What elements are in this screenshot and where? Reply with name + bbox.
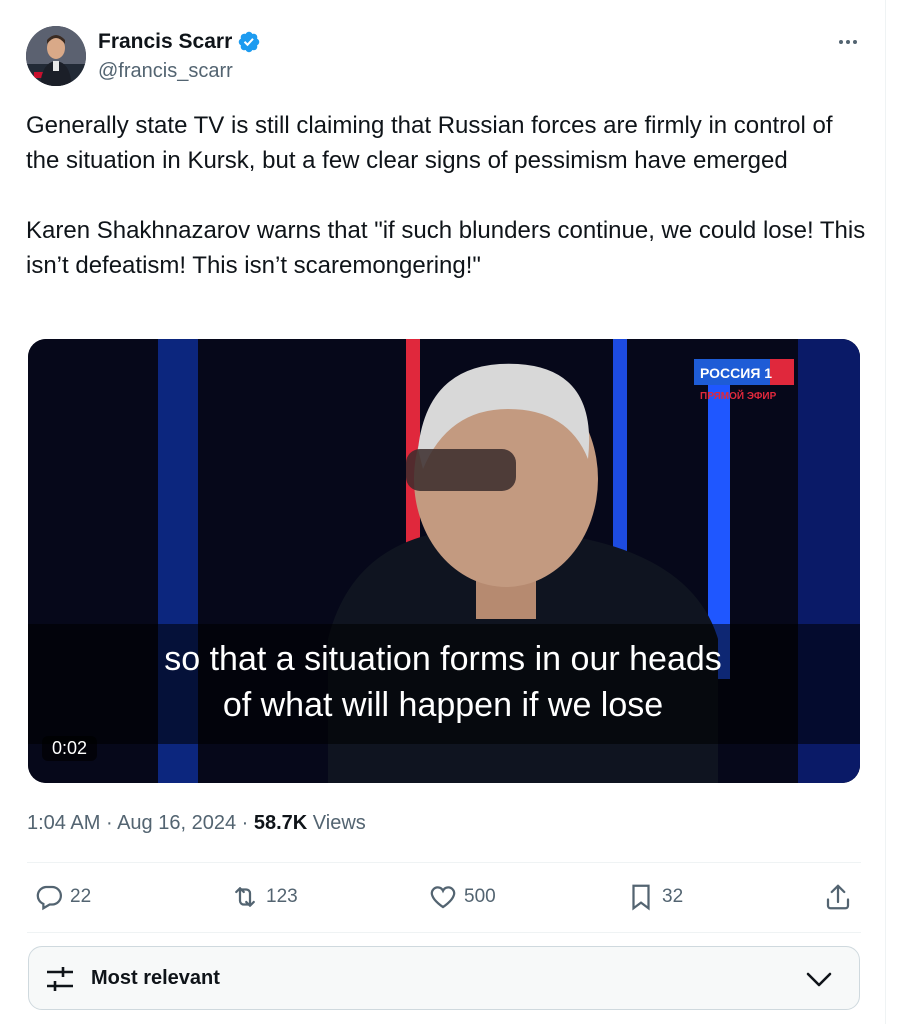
verified-badge-icon [239, 31, 260, 53]
repost-count: 123 [266, 886, 298, 907]
divider-top [27, 862, 861, 863]
like-count: 500 [464, 886, 496, 907]
more-options-icon[interactable] [836, 30, 860, 54]
views-label: Views [312, 812, 366, 834]
views-count: 58.7K [253, 812, 308, 834]
tweet-text: Generally state TV is still claiming tha… [26, 112, 866, 279]
repost-icon [235, 887, 255, 907]
tweet-meta: 1:04 AM · Aug 16, 2024 · 58.7K Views [27, 812, 366, 834]
replies-sort-dropdown[interactable]: Most relevant [28, 946, 860, 1010]
bookmark-button[interactable]: 32 [626, 882, 683, 912]
subtitle-line-2: of what will happen if we lose [222, 686, 664, 724]
reply-icon [36, 885, 62, 911]
subtitle-line-1: so that a situation forms in our heads [164, 640, 722, 678]
author-name-row[interactable]: Francis Scarr [98, 30, 261, 54]
heart-icon [430, 886, 456, 909]
share-icon [826, 884, 850, 910]
video-timestamp: 0:02 [42, 736, 98, 761]
share-button[interactable] [823, 882, 859, 912]
repost-button[interactable]: 123 [230, 882, 298, 912]
post-date[interactable]: Aug 16, 2024 [117, 812, 236, 834]
post-time[interactable]: 1:04 AM [27, 812, 100, 834]
author-name[interactable]: Francis Scarr [98, 30, 232, 54]
channel-live-label: ПРЯМОЙ ЭФИР [700, 389, 777, 402]
like-button[interactable]: 500 [428, 882, 496, 912]
avatar-image [26, 26, 86, 86]
channel-logo: РОССИЯ 1 [700, 365, 772, 381]
bookmark-count: 32 [662, 886, 684, 907]
bookmark-icon [632, 884, 650, 911]
timeline-border [885, 0, 886, 1024]
replies-sort-label: Most relevant [91, 967, 220, 989]
chevron-down-icon [806, 972, 832, 987]
author-handle[interactable]: @francis_scarr [98, 60, 233, 83]
video-subtitle: so that a situation forms in our heads o… [0, 636, 886, 728]
reply-count: 22 [70, 886, 92, 907]
sliders-icon [47, 967, 73, 991]
reply-button[interactable]: 22 [34, 882, 91, 912]
divider-bottom [27, 932, 861, 933]
author-avatar[interactable] [26, 26, 86, 86]
